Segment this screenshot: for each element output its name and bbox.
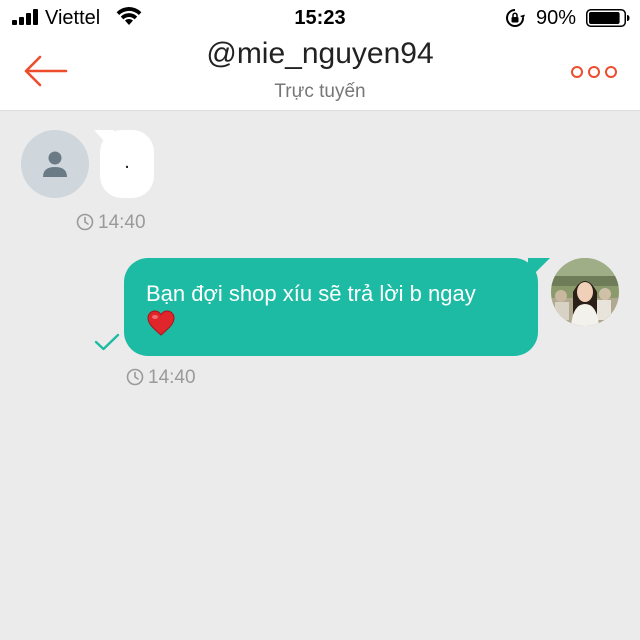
incoming-message-bubble[interactable]: . xyxy=(94,130,154,198)
bubble-tail xyxy=(528,258,550,280)
bubble-tail xyxy=(94,130,114,152)
clock-icon xyxy=(76,213,94,231)
chat-screen: Viettel 15:23 90% @mie_nguyen94 Trực tuy… xyxy=(0,0,640,640)
outgoing-message-time: 14:40 xyxy=(126,367,196,389)
incoming-message-time: 14:40 xyxy=(76,212,146,234)
incoming-time-label: 14:40 xyxy=(98,212,146,233)
outgoing-message-text: Bạn đợi shop xíu sẽ trả lời b ngay xyxy=(146,280,526,344)
orientation-lock-icon xyxy=(506,9,525,27)
clock-icon xyxy=(126,368,144,386)
user-photo xyxy=(551,258,619,326)
sent-check-icon xyxy=(94,333,120,351)
online-status: Trực tuyến xyxy=(274,81,366,102)
incoming-avatar[interactable] xyxy=(21,130,89,198)
heart-emoji xyxy=(146,309,526,344)
more-options-icon[interactable] xyxy=(570,64,618,80)
outgoing-message-body: Bạn đợi shop xíu sẽ trả lời b ngay xyxy=(146,281,476,306)
chat-header: @mie_nguyen94 Trực tuyến xyxy=(0,36,640,111)
battery-percent: 90% xyxy=(536,7,577,29)
outgoing-time-label: 14:40 xyxy=(148,367,196,388)
chat-partner-username: @mie_nguyen94 xyxy=(206,37,434,70)
user-photo-avatar[interactable] xyxy=(551,258,619,326)
status-bar: Viettel 15:23 90% xyxy=(0,0,640,36)
incoming-message-text: . xyxy=(124,151,130,173)
default-user-avatar-icon xyxy=(43,151,67,177)
battery-icon xyxy=(586,9,630,27)
outgoing-message-bubble[interactable]: Bạn đợi shop xíu sẽ trả lời b ngay xyxy=(124,258,550,356)
